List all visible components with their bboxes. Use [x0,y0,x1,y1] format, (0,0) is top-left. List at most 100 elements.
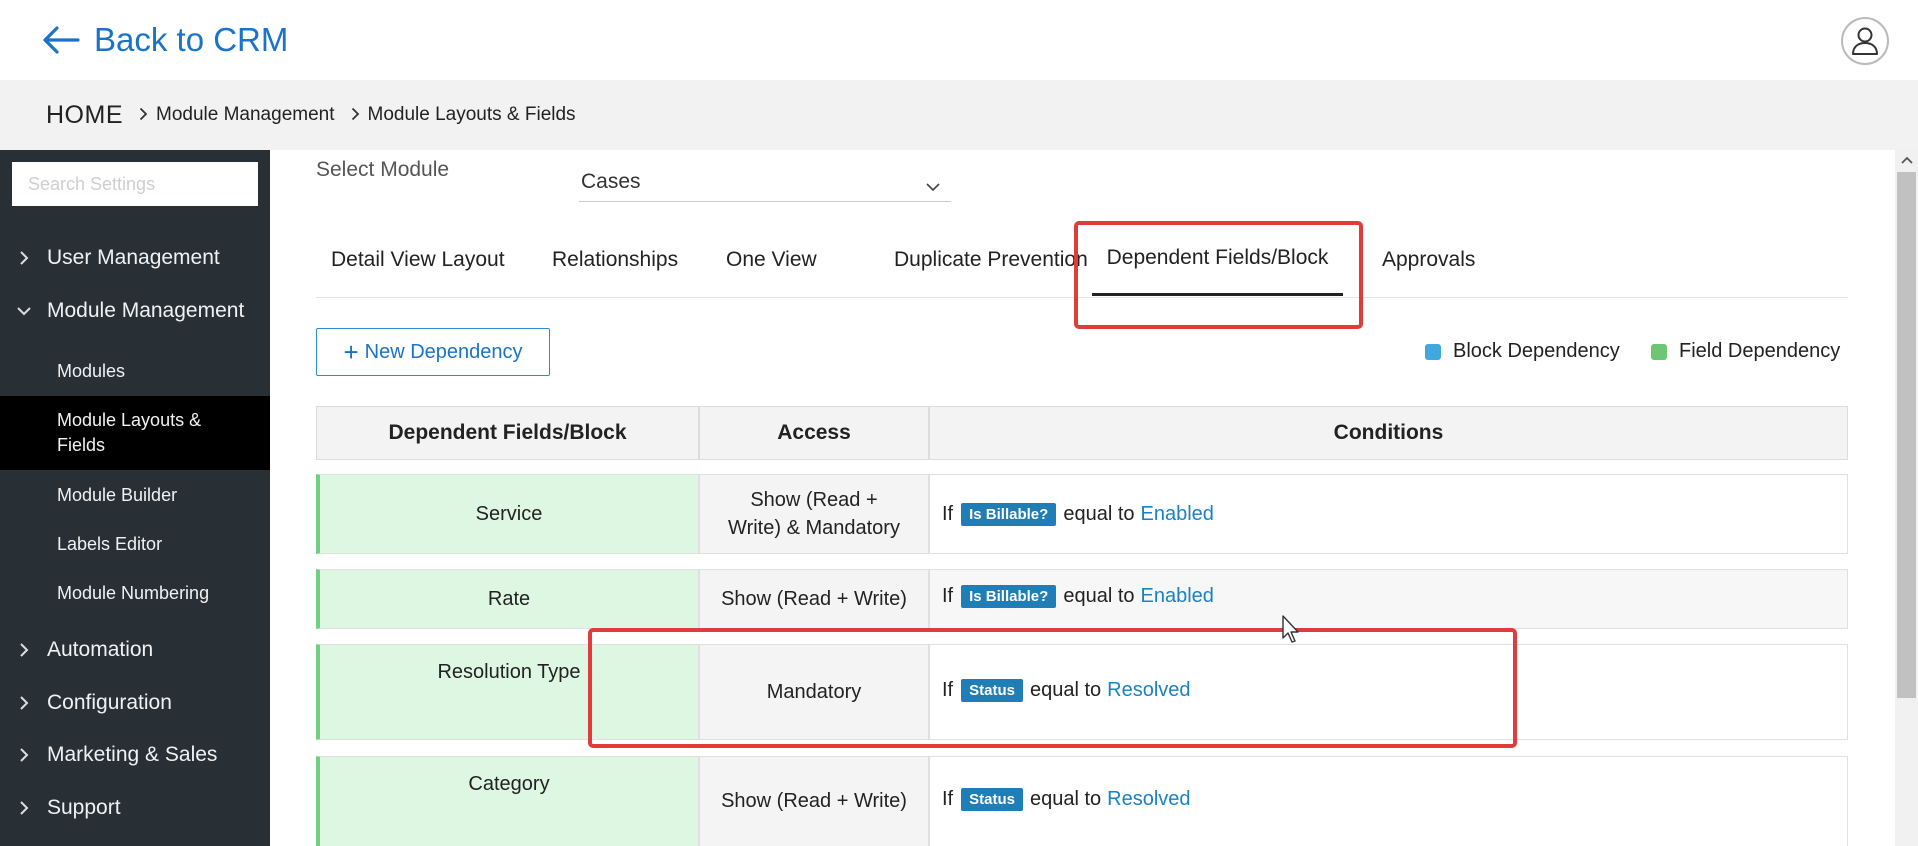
sidebar-item-support[interactable]: Support [0,792,270,824]
breadcrumb-module-layouts: Module Layouts & Fields [367,104,576,125]
tab-duplicate-prevention[interactable]: Duplicate Prevention [894,222,1088,298]
module-select-value: Cases [581,169,641,193]
chevron-right-icon [0,642,47,658]
top-bar: Back to CRM [0,0,1918,80]
sidebar-item-label: User Management [47,246,220,269]
sidebar-item-label: Automation [47,638,154,661]
sidebar-item-label: Configuration [47,691,172,714]
column-header-label: Conditions [1333,421,1444,444]
condition-value: Resolved [1107,678,1191,701]
access-value: Show (Read + Write) & Mandatory [728,489,900,539]
table-row[interactable]: Category [316,756,699,846]
breadcrumb-home[interactable]: HOME [46,101,123,130]
chevron-right-icon [0,250,47,266]
column-header-label: Dependent Fields/Block [388,421,627,444]
sidebar-item-module-management[interactable]: Module Management [0,295,270,327]
tab-label: Dependent Fields/Block [1106,245,1329,269]
column-header-access: Access [699,406,929,460]
access-cell: Show (Read + Write) & Mandatory [699,474,929,554]
plus-icon: + [343,337,359,367]
sidebar-sub-modules[interactable]: Modules [0,359,270,385]
column-header-label: Access [777,421,851,444]
tab-approvals[interactable]: Approvals [1382,222,1475,298]
condition-operator: equal to [1063,584,1135,607]
condition-if: If [942,787,954,810]
dependent-field-name: Rate [487,587,531,610]
chevron-right-icon [139,105,148,126]
legend-field-dependency: Field Dependency [1651,340,1840,363]
access-cell: Mandatory [699,644,929,740]
tab-dependent-fields-block[interactable]: Dependent Fields/Block [1092,222,1343,296]
condition-operator: equal to [1063,502,1135,525]
search-settings-input[interactable] [12,162,258,206]
dependent-field-name: Service [475,502,543,525]
breadcrumb-module-management[interactable]: Module Management [156,104,335,126]
sidebar-sub-label: Module Builder [57,485,178,505]
back-to-crm-link[interactable]: Back to CRM [42,18,288,62]
condition-operator: equal to [1029,678,1102,701]
column-header-conditions: Conditions [929,406,1848,460]
condition-field-tag: Is Billable? [961,502,1057,526]
new-dependency-button[interactable]: + New Dependency [316,328,550,376]
sidebar-item-configuration[interactable]: Configuration [0,687,270,719]
sidebar-sub-module-builder[interactable]: Module Builder [0,483,270,509]
module-select[interactable]: Cases [579,162,951,202]
tab-detail-view-layout[interactable]: Detail View Layout [331,222,505,298]
condition-field-tag: Status [961,787,1023,811]
chevron-right-icon [0,695,47,711]
condition-if: If [942,584,954,607]
dependent-field-name: Resolution Type [437,661,581,683]
access-value: Show (Read + Write) [721,790,907,812]
condition-value: Enabled [1140,502,1214,525]
sidebar-sub-label: Modules [57,361,126,381]
sidebar-sub-module-numbering[interactable]: Module Numbering [0,581,270,607]
sidebar-item-label: Marketing & Sales [47,743,218,766]
block-dependency-swatch [1425,343,1441,360]
sidebar-item-label: Module Management [47,299,245,322]
table-row[interactable]: Resolution Type [316,644,699,740]
tab-label: Relationships [552,248,679,271]
sidebar-sub-labels-editor[interactable]: Labels Editor [0,532,270,558]
sidebar-item-user-management[interactable]: User Management [0,242,270,274]
condition-field-tag: Status [961,678,1023,702]
chevron-right-icon [0,747,47,763]
access-value: Show (Read + Write) [721,588,907,610]
user-avatar[interactable] [1841,17,1889,65]
sidebar-sub-module-layouts[interactable]: Module Layouts & Fields [0,396,270,470]
tab-label: Approvals [1382,248,1476,271]
condition-value: Enabled [1140,584,1214,607]
access-cell: Show (Read + Write) [699,756,929,846]
conditions-cell: If Is Billable? equal to Enabled [929,569,1848,629]
field-dependency-swatch [1651,343,1667,360]
condition-if: If [942,502,954,525]
tab-relationships[interactable]: Relationships [552,222,678,298]
tab-one-view[interactable]: One View [726,222,817,298]
breadcrumb: HOME Module Management Module Layouts & … [0,80,1918,150]
scroll-up-arrow-icon[interactable] [1899,152,1914,167]
conditions-cell: If Status equal to Resolved [929,644,1848,740]
table-row[interactable]: Rate [316,569,699,629]
column-header-dependent: Dependent Fields/Block [316,406,699,460]
condition-value: Resolved [1107,787,1191,810]
legend-label: Field Dependency [1679,340,1841,362]
sidebar-sub-label: Module Layouts & Fields [57,410,202,455]
mouse-cursor-icon [1282,615,1299,643]
condition-field-tag: Is Billable? [961,584,1057,608]
chevron-right-icon [351,105,360,126]
arrow-left-icon [43,26,80,54]
sidebar-sub-label: Module Numbering [57,583,210,603]
tab-label: One View [726,248,817,271]
table-row[interactable]: Service [316,474,699,554]
new-dependency-label: New Dependency [364,340,523,363]
sidebar-sub-label: Labels Editor [57,534,163,554]
sidebar-item-automation[interactable]: Automation [0,634,270,666]
back-to-crm-label: Back to CRM [94,21,289,58]
legend-label: Block Dependency [1453,340,1620,362]
conditions-cell: If Status equal to Resolved [929,756,1848,846]
scrollbar-thumb[interactable] [1897,172,1916,698]
dependent-field-name: Category [468,773,550,795]
sidebar-item-label: Support [47,796,121,819]
sidebar-item-marketing-sales[interactable]: Marketing & Sales [0,739,270,771]
chevron-down-icon [925,174,941,198]
user-icon [1852,27,1878,55]
